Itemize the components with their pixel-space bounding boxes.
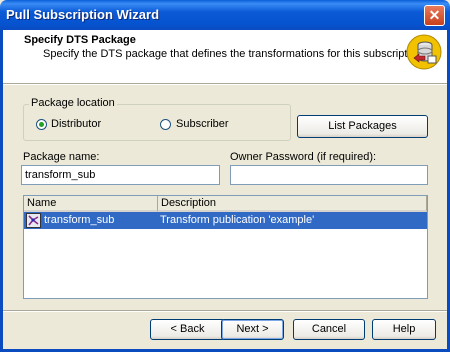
page-title: Specify DTS Package (24, 34, 136, 46)
owner-password-field[interactable] (230, 165, 428, 185)
next-button[interactable]: Next > (221, 319, 284, 340)
close-icon: ✕ (428, 7, 441, 23)
package-location-legend: Package location (29, 97, 117, 109)
header-separator (3, 83, 447, 85)
cancel-button[interactable]: Cancel (293, 319, 365, 340)
wizard-database-icon (406, 34, 442, 70)
page-subtitle: Specify the DTS package that defines the… (43, 48, 438, 60)
help-button[interactable]: Help (372, 319, 436, 340)
table-row[interactable]: transform_sub Transform publication 'exa… (24, 212, 427, 229)
packages-list[interactable]: Name Description transform_sub Transform… (23, 195, 428, 299)
wizard-header: Specify DTS Package Specify the DTS pack… (3, 30, 447, 83)
title-bar: Pull Subscription Wizard ✕ (0, 0, 450, 30)
subscriber-radio-label[interactable]: Subscriber (176, 118, 229, 130)
subscriber-radio[interactable] (160, 119, 171, 130)
back-button[interactable]: < Back (150, 319, 225, 340)
package-name-field[interactable]: transform_sub (21, 165, 220, 185)
package-name-label: Package name: (23, 151, 100, 163)
row-description: Transform publication 'example' (160, 214, 315, 226)
dts-package-icon (26, 213, 41, 228)
window-title: Pull Subscription Wizard (6, 7, 160, 22)
column-header-description[interactable]: Description (158, 196, 427, 212)
footer-separator (3, 310, 447, 312)
row-name: transform_sub (44, 214, 115, 226)
close-button[interactable]: ✕ (424, 5, 445, 26)
distributor-radio[interactable] (36, 119, 47, 130)
column-header-name[interactable]: Name (24, 196, 158, 212)
distributor-radio-label[interactable]: Distributor (51, 118, 101, 130)
list-packages-button[interactable]: List Packages (297, 115, 428, 138)
owner-password-label: Owner Password (if required): (230, 151, 377, 163)
